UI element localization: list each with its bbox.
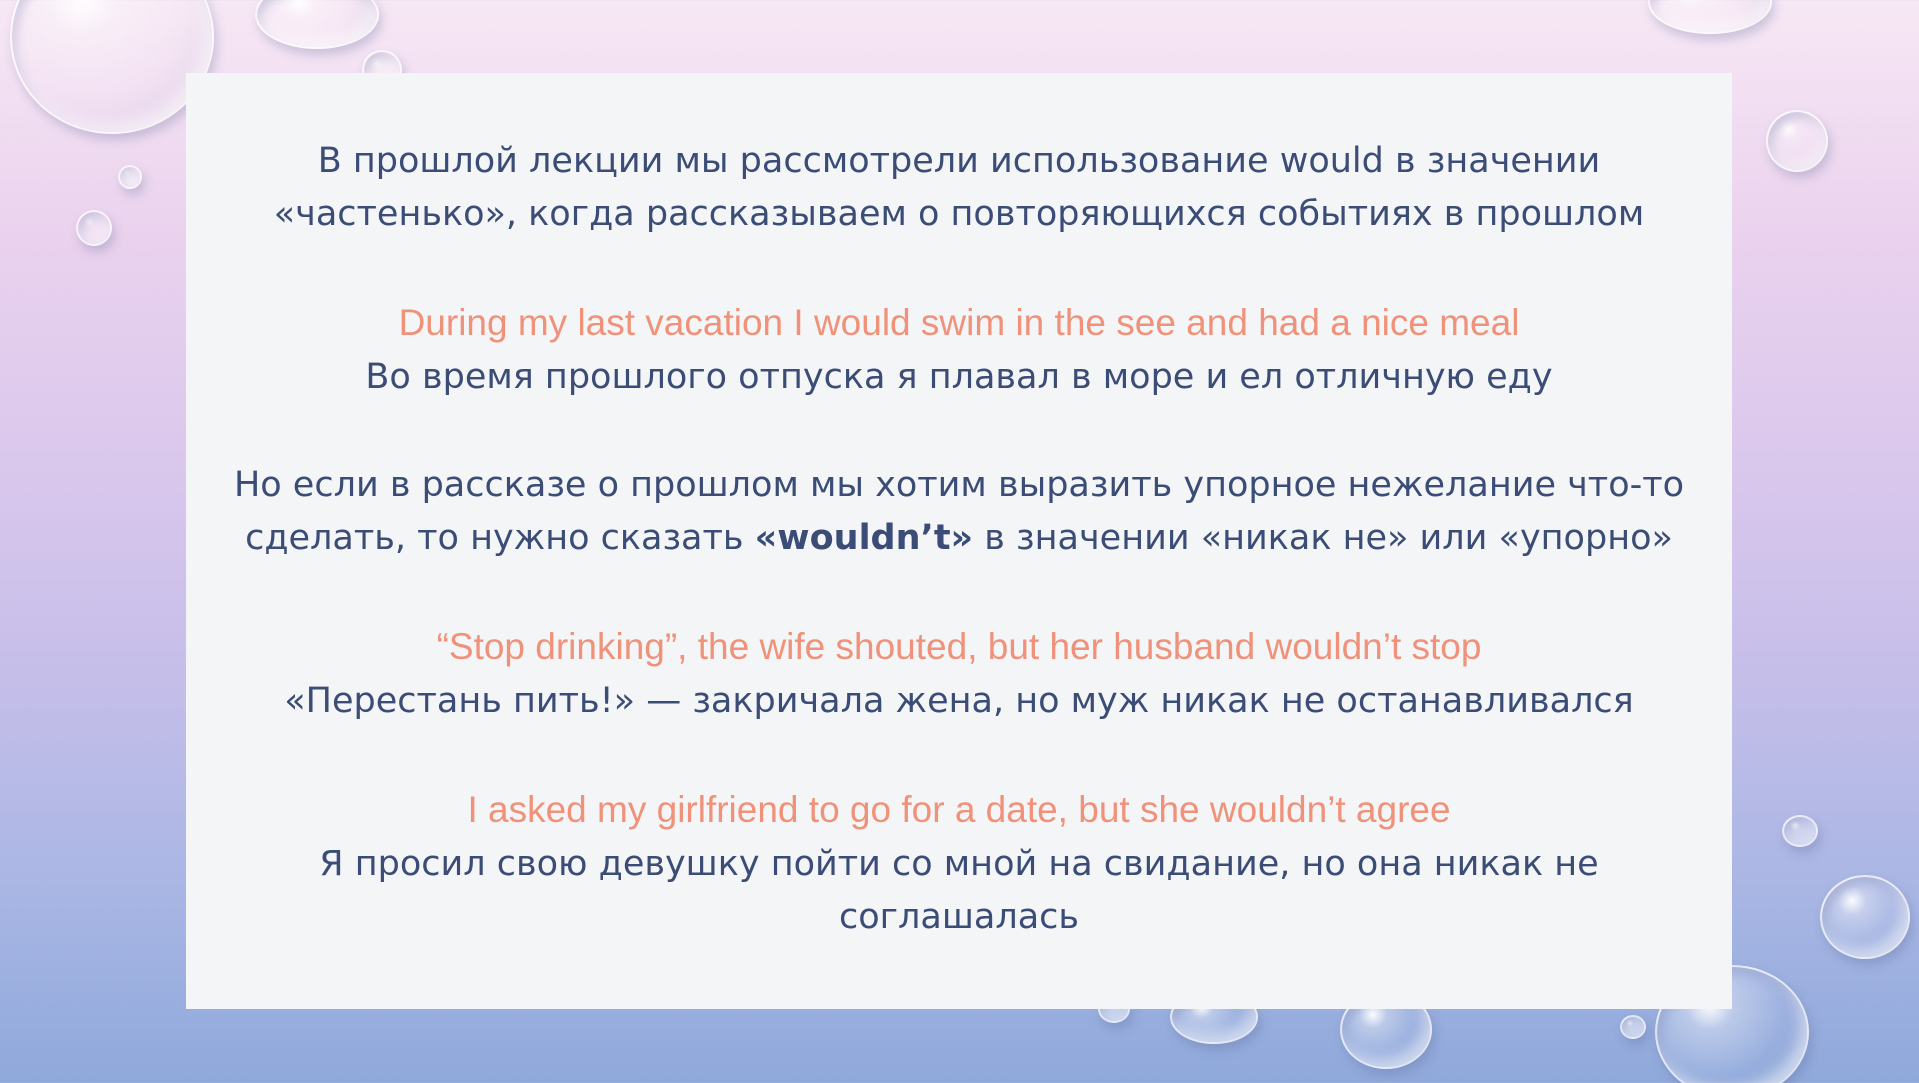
water-drop-decoration <box>1766 110 1828 172</box>
intro-line-1: В прошлой лекции мы рассмотрели использо… <box>317 141 1601 181</box>
water-drop-decoration <box>76 210 112 246</box>
example-3: I asked my girlfriend to go for a date, … <box>186 783 1732 944</box>
example-2-russian: «Перестань пить!» — закричала жена, но м… <box>284 681 1634 721</box>
water-drop-decoration <box>118 165 142 189</box>
explanation-line-2-pre: сделать, то нужно сказать <box>245 518 755 558</box>
water-drop-decoration <box>1782 815 1818 847</box>
explanation-line-2-post: в значении «никак не» или «упорно» <box>973 518 1673 558</box>
example-3-russian-line-1: Я просил свою девушку пойти со мной на с… <box>319 844 1599 884</box>
slide-content-card: В прошлой лекции мы рассмотрели использо… <box>186 73 1732 1009</box>
water-drop-decoration <box>1820 875 1910 959</box>
example-1: During my last vacation I would swim in … <box>186 296 1732 404</box>
water-drop-decoration <box>1620 1015 1646 1039</box>
water-drop-decoration <box>255 0 379 49</box>
example-3-russian-line-2: соглашалась <box>838 897 1080 937</box>
example-2-english: “Stop drinking”, the wife shouted, but h… <box>436 626 1482 667</box>
example-2: “Stop drinking”, the wife shouted, but h… <box>186 620 1732 728</box>
explanation-line-1: Но если в рассказе о прошлом мы хотим вы… <box>233 465 1685 505</box>
water-drop-decoration <box>1648 0 1772 34</box>
explanation-paragraph: Но если в рассказе о прошлом мы хотим вы… <box>186 459 1732 565</box>
example-1-english: During my last vacation I would swim in … <box>398 302 1520 343</box>
example-3-english: I asked my girlfriend to go for a date, … <box>467 789 1451 830</box>
example-1-russian: Во время прошлого отпуска я плавал в мор… <box>365 357 1553 397</box>
intro-line-2: «частенько», когда рассказываем о повтор… <box>273 194 1645 234</box>
wouldnt-highlight: «wouldn’t» <box>754 518 974 558</box>
water-drop-decoration <box>10 0 214 134</box>
intro-paragraph: В прошлой лекции мы рассмотрели использо… <box>186 135 1732 241</box>
